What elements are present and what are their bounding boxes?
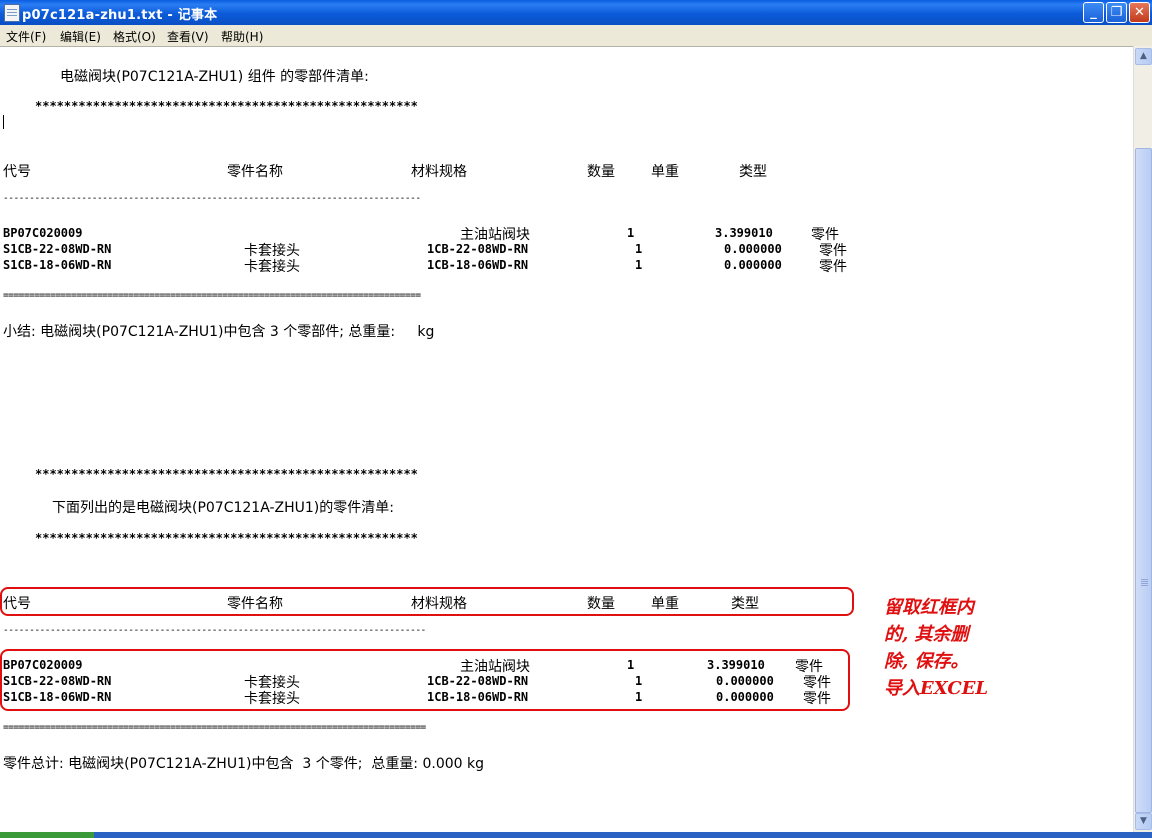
window-title: p07c121a-zhu1.txt - 记事本	[22, 8, 218, 23]
section1-heading: 电磁阀块(P07C121A-ZHU1) 组件 的零部件清单:	[60, 69, 369, 85]
s1-row1-spec: 主油站阀块	[460, 227, 530, 243]
s1-row1-code: BP07C020009	[3, 226, 83, 240]
s2-stars-top: ****************************************…	[35, 467, 418, 481]
annotation-line-3: 除, 保存。	[884, 651, 969, 672]
close-icon: ✕	[1134, 5, 1145, 20]
s1-summary: 小结: 电磁阀块(P07C121A-ZHU1)中包含 3 个零部件; 总重量: …	[3, 324, 435, 340]
menu-bar: 文件(F) 编辑(E) 格式(O) 查看(V) 帮助(H)	[0, 25, 1152, 47]
s1-header-code: 代号	[3, 164, 31, 180]
s1-row3-name: 卡套接头	[244, 259, 300, 275]
scroll-down-button[interactable]: ▼	[1135, 813, 1152, 830]
menu-format[interactable]: 格式(O)	[113, 28, 156, 45]
s1-header-weight: 单重	[651, 164, 679, 180]
menu-edit[interactable]: 编辑(E)	[60, 28, 101, 45]
s1-header-type: 类型	[739, 164, 767, 180]
title-bar: p07c121a-zhu1.txt - 记事本 _ ❐ ✕	[0, 0, 1152, 25]
minimize-button[interactable]: _	[1083, 2, 1104, 23]
s1-row3-qty: 1	[635, 258, 643, 272]
s1-header-name: 零件名称	[227, 164, 283, 180]
chevron-down-icon: ▼	[1140, 816, 1147, 826]
close-button[interactable]: ✕	[1129, 2, 1150, 23]
s2-dash-line: ----------------------------------------…	[3, 625, 426, 636]
taskbar-strip	[0, 832, 1152, 838]
s1-header-qty: 数量	[587, 164, 615, 180]
s1-row3-weight: 0.000000	[724, 258, 782, 272]
menu-help[interactable]: 帮助(H)	[221, 28, 263, 45]
s1-eq-line: ========================================…	[3, 290, 421, 301]
scroll-up-button[interactable]: ▲	[1135, 48, 1152, 65]
start-button-edge	[0, 832, 94, 838]
s1-dash-line: ----------------------------------------…	[3, 193, 421, 204]
s1-row2-code: S1CB-22-08WD-RN	[3, 242, 112, 256]
text-caret	[3, 115, 4, 129]
chevron-up-icon: ▲	[1140, 51, 1147, 61]
s1-row2-qty: 1	[635, 242, 643, 256]
notepad-icon	[4, 4, 20, 22]
s2-heading: 下面列出的是电磁阀块(P07C121A-ZHU1)的零件清单:	[52, 500, 394, 516]
text-editor[interactable]: 电磁阀块(P07C121A-ZHU1) 组件 的零部件清单: *********…	[0, 46, 1133, 833]
minimize-icon: _	[1090, 5, 1097, 20]
vertical-scrollbar[interactable]: ▲ ▼	[1133, 46, 1152, 832]
highlight-rows-box	[0, 649, 850, 711]
s2-eq-line: ========================================…	[3, 722, 426, 733]
s1-row3-spec: 1CB-18-06WD-RN	[427, 258, 529, 272]
menu-view[interactable]: 查看(V)	[167, 28, 209, 45]
s1-row1-qty: 1	[627, 226, 635, 240]
menu-file[interactable]: 文件(F)	[6, 28, 46, 45]
s1-row3-code: S1CB-18-06WD-RN	[3, 258, 112, 272]
restore-icon: ❐	[1110, 5, 1123, 20]
s1-row1-weight: 3.399010	[715, 226, 773, 240]
annotation-line-4: 导入EXCEL	[884, 678, 989, 699]
annotation-line-2: 的, 其余删	[884, 624, 969, 645]
s1-row2-spec: 1CB-22-08WD-RN	[427, 242, 529, 256]
section1-stars: ****************************************…	[35, 99, 418, 113]
grip-icon	[1141, 579, 1148, 580]
annotation-line-1: 留取红框内	[884, 597, 974, 618]
s2-stars-bottom: ****************************************…	[35, 531, 418, 545]
s1-header-spec: 材料规格	[411, 164, 467, 180]
restore-button[interactable]: ❐	[1106, 2, 1127, 23]
scroll-thumb[interactable]	[1135, 148, 1152, 813]
s2-total: 零件总计: 电磁阀块(P07C121A-ZHU1)中包含 3 个零件; 总重量:…	[3, 756, 485, 772]
highlight-header-box	[0, 587, 854, 616]
s1-row3-type: 零件	[819, 259, 847, 275]
s1-row2-weight: 0.000000	[724, 242, 782, 256]
